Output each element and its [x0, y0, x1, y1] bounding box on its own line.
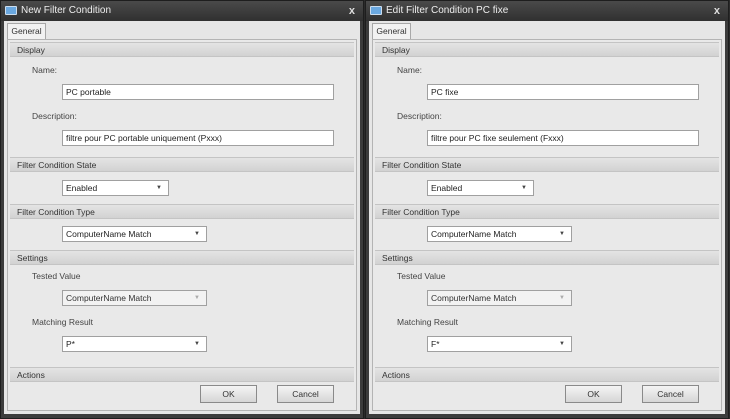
description-label: Description:	[32, 111, 77, 121]
dialog-title: New Filter Condition	[21, 5, 112, 16]
chevron-down-icon: ▼	[521, 185, 527, 191]
chevron-down-icon: ▼	[559, 231, 565, 237]
tested-value-select: ComputerName Match ▼	[427, 290, 572, 306]
matching-result-combo[interactable]: P* ▼	[62, 336, 207, 352]
monitor-icon	[5, 6, 17, 15]
tab-panel: Display Name: PC fixe Description: filtr…	[372, 39, 722, 411]
chevron-down-icon: ▼	[194, 295, 200, 301]
ok-button[interactable]: OK	[565, 385, 622, 403]
description-input[interactable]: filtre pour PC fixe seulement (Fxxx)	[427, 130, 699, 146]
section-display: Display	[10, 42, 354, 57]
title-bar[interactable]: New Filter Condition x	[1, 1, 363, 21]
new-filter-condition-dialog: New Filter Condition x General Display N…	[0, 0, 364, 419]
dialog-title: Edit Filter Condition PC fixe	[386, 5, 509, 16]
chevron-down-icon: ▼	[194, 341, 200, 347]
tested-value-label: Tested Value	[397, 271, 446, 281]
chevron-down-icon: ▼	[156, 185, 162, 191]
type-value: ComputerName Match	[66, 229, 152, 239]
title-bar[interactable]: Edit Filter Condition PC fixe x	[366, 1, 728, 21]
cancel-button[interactable]: Cancel	[277, 385, 334, 403]
name-label: Name:	[32, 65, 58, 75]
chevron-down-icon: ▼	[559, 295, 565, 301]
section-display: Display	[375, 42, 719, 57]
chevron-down-icon: ▼	[559, 341, 565, 347]
dialog-body: General Display Name: PC fixe Descriptio…	[369, 21, 725, 414]
matching-result-label: Matching Result	[32, 317, 93, 327]
name-label: Name:	[397, 65, 423, 75]
section-settings: Settings	[10, 250, 354, 265]
section-type: Filter Condition Type	[375, 204, 719, 219]
tab-general[interactable]: General	[7, 23, 46, 39]
tab-general[interactable]: General	[372, 23, 411, 39]
section-actions: Actions	[10, 367, 354, 382]
cancel-button[interactable]: Cancel	[642, 385, 699, 403]
type-select[interactable]: ComputerName Match ▼	[427, 226, 572, 242]
state-select[interactable]: Enabled ▼	[427, 180, 534, 196]
section-state: Filter Condition State	[375, 157, 719, 172]
matching-result-combo[interactable]: F* ▼	[427, 336, 572, 352]
state-value: Enabled	[66, 183, 98, 193]
tab-panel: Display Name: PC portable Description: f…	[7, 39, 357, 411]
tested-value-select: ComputerName Match ▼	[62, 290, 207, 306]
state-value: Enabled	[431, 183, 463, 193]
section-actions: Actions	[375, 367, 719, 382]
close-icon[interactable]: x	[349, 1, 355, 21]
monitor-icon	[370, 6, 382, 15]
edit-filter-condition-dialog: Edit Filter Condition PC fixe x General …	[365, 0, 729, 419]
name-input[interactable]: PC fixe	[427, 84, 699, 100]
description-input[interactable]: filtre pour PC portable uniquement (Pxxx…	[62, 130, 334, 146]
matching-result-value: P*	[66, 339, 75, 349]
description-label: Description:	[397, 111, 442, 121]
type-select[interactable]: ComputerName Match ▼	[62, 226, 207, 242]
close-icon[interactable]: x	[714, 1, 720, 21]
state-select[interactable]: Enabled ▼	[62, 180, 169, 196]
chevron-down-icon: ▼	[194, 231, 200, 237]
section-state: Filter Condition State	[10, 157, 354, 172]
tested-value: ComputerName Match	[66, 293, 152, 303]
section-settings: Settings	[375, 250, 719, 265]
tested-value-label: Tested Value	[32, 271, 81, 281]
tested-value: ComputerName Match	[431, 293, 517, 303]
ok-button[interactable]: OK	[200, 385, 257, 403]
type-value: ComputerName Match	[431, 229, 517, 239]
dialog-body: General Display Name: PC portable Descri…	[4, 21, 360, 414]
matching-result-label: Matching Result	[397, 317, 458, 327]
name-input[interactable]: PC portable	[62, 84, 334, 100]
matching-result-value: F*	[431, 339, 440, 349]
section-type: Filter Condition Type	[10, 204, 354, 219]
